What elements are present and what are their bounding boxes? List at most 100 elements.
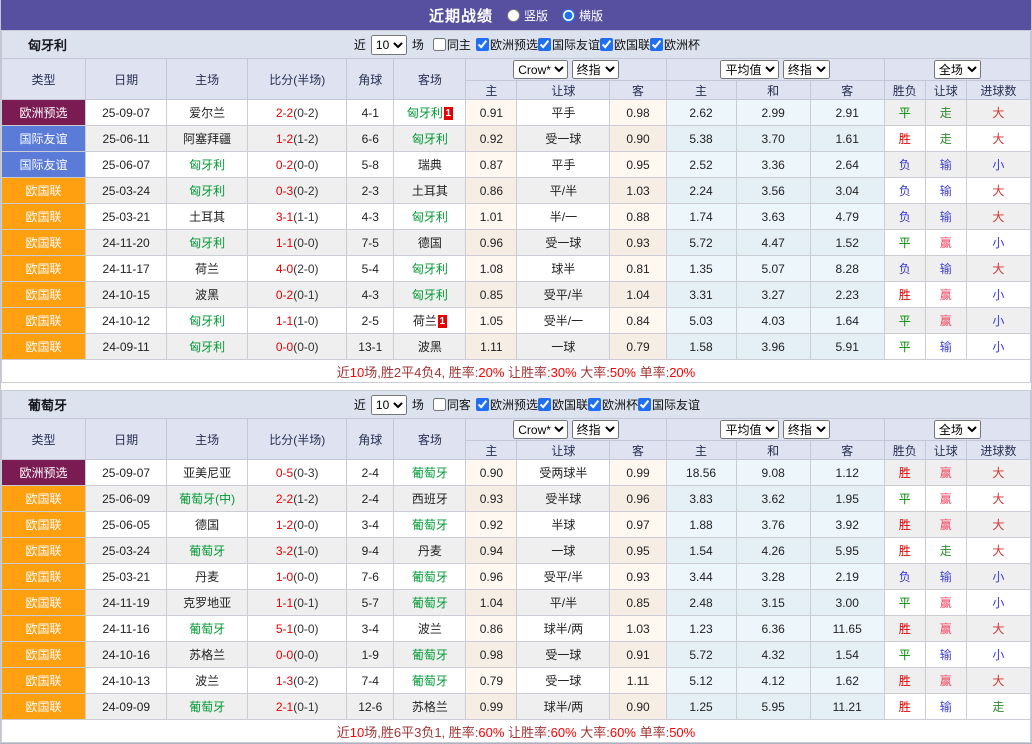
bookmaker-stage-select[interactable]: 终指: [572, 60, 619, 79]
avg-draw: 9.08: [736, 460, 810, 486]
table-row: 欧国联25-03-24葡萄牙3-2(1-0)9-4丹麦0.94一球0.951.5…: [2, 538, 1031, 564]
average-select[interactable]: 平均值: [720, 60, 779, 79]
away-team: 瑞典: [394, 152, 466, 178]
home-team: 爱尔兰: [167, 100, 248, 126]
home-team-name: 葡萄牙: [189, 622, 225, 636]
average-select[interactable]: 平均值: [720, 420, 779, 439]
away-team: 苏格兰: [394, 694, 466, 720]
competition-checkbox[interactable]: [538, 38, 551, 51]
away-team-name: 葡萄牙: [412, 596, 448, 610]
summary-highlight: 50%: [669, 725, 695, 740]
avg-away: 3.00: [810, 590, 884, 616]
halftime-score: (0-1): [293, 596, 318, 610]
competition-filter[interactable]: 国际友谊: [638, 396, 700, 413]
avg-away: 11.65: [810, 616, 884, 642]
fulltime-score: 2-1: [276, 700, 293, 714]
match-type: 欧国联: [2, 204, 86, 230]
vertical-layout-radio[interactable]: [507, 9, 520, 22]
subcol-outcome: 胜负: [884, 441, 925, 460]
avg-home: 2.48: [666, 590, 736, 616]
vertical-layout-option[interactable]: 竖版: [507, 7, 548, 24]
bookmaker-select[interactable]: Crow*: [513, 420, 568, 439]
fulltime-score: 1-2: [276, 132, 293, 146]
handicap: 半/一: [517, 204, 610, 230]
avg-home: 18.56: [666, 460, 736, 486]
summary-segment: 大率:: [577, 365, 610, 380]
home-odds: 0.92: [466, 126, 517, 152]
halftime-score: (0-0): [293, 158, 318, 172]
result-goals: 大: [966, 538, 1030, 564]
competition-checkbox[interactable]: [650, 38, 663, 51]
match-date: 25-03-24: [86, 538, 167, 564]
average-stage-select[interactable]: 终指: [783, 420, 830, 439]
competition-checkbox[interactable]: [588, 398, 601, 411]
subcol-avg-draw: 和: [736, 81, 810, 100]
same-venue-checkbox[interactable]: [433, 38, 446, 51]
horizontal-layout-option[interactable]: 横版: [562, 7, 603, 24]
result-outcome: 胜: [884, 668, 925, 694]
match-type: 欧国联: [2, 308, 86, 334]
corner-score: 2-5: [347, 308, 394, 334]
competition-filter[interactable]: 欧国联: [538, 396, 588, 413]
competition-filter[interactable]: 国际友谊: [538, 36, 600, 53]
avg-draw: 3.70: [736, 126, 810, 152]
competition-filter[interactable]: 欧洲杯: [588, 396, 638, 413]
corner-score: 4-3: [347, 204, 394, 230]
competition-filter[interactable]: 欧国联: [600, 36, 650, 53]
horizontal-layout-radio[interactable]: [562, 9, 575, 22]
col-header-score: 比分(半场): [248, 419, 347, 460]
away-odds: 0.79: [610, 334, 666, 360]
competition-filter[interactable]: 欧洲预选: [476, 396, 538, 413]
bookmaker-select[interactable]: Crow*: [513, 60, 568, 79]
match-score: 1-0(0-0): [248, 564, 347, 590]
average-stage-select[interactable]: 终指: [783, 60, 830, 79]
home-odds: 1.05: [466, 308, 517, 334]
handicap: 受平/半: [517, 282, 610, 308]
competition-checkbox[interactable]: [638, 398, 651, 411]
match-date: 24-11-19: [86, 590, 167, 616]
avg-away: 4.79: [810, 204, 884, 230]
same-venue-option[interactable]: 同客: [433, 396, 471, 413]
halftime-score: (0-0): [293, 236, 318, 250]
match-score: 3-2(1-0): [248, 538, 347, 564]
match-type: 欧洲预选: [2, 100, 86, 126]
competition-checkbox[interactable]: [600, 38, 613, 51]
competition-filter[interactable]: 欧洲预选: [476, 36, 538, 53]
away-team: 葡萄牙: [394, 590, 466, 616]
bookmaker-select-cell: Crow* 终指: [466, 59, 666, 81]
avg-away: 8.28: [810, 256, 884, 282]
avg-away: 3.92: [810, 512, 884, 538]
avg-away: 1.95: [810, 486, 884, 512]
recent-count-select[interactable]: 10: [371, 395, 407, 415]
away-team: 葡萄牙: [394, 564, 466, 590]
match-scope-select[interactable]: 全场: [934, 420, 981, 439]
avg-home: 5.72: [666, 230, 736, 256]
competition-checkbox[interactable]: [538, 398, 551, 411]
match-scope-select[interactable]: 全场: [934, 60, 981, 79]
subcol-home-odds: 主: [466, 441, 517, 460]
avg-home: 5.03: [666, 308, 736, 334]
home-team: 德国: [167, 512, 248, 538]
results-table-portugal: 类型 日期 主场 比分(半场) 角球 客场 Crow* 终指 平均值 终指 全场: [1, 418, 1031, 743]
result-goals: 大: [966, 616, 1030, 642]
fulltime-score: 1-1: [276, 314, 293, 328]
away-odds: 0.99: [610, 460, 666, 486]
match-type: 欧国联: [2, 282, 86, 308]
avg-home: 2.62: [666, 100, 736, 126]
recent-count-select[interactable]: 10: [371, 35, 407, 55]
avg-draw: 4.03: [736, 308, 810, 334]
same-venue-option[interactable]: 同主: [433, 36, 471, 53]
competition-checkbox[interactable]: [476, 398, 489, 411]
competition-filter[interactable]: 欧洲杯: [650, 36, 700, 53]
bookmaker-stage-select[interactable]: 终指: [572, 420, 619, 439]
summary-highlight: 10: [350, 725, 364, 740]
fulltime-score: 0-0: [276, 648, 293, 662]
competition-checkbox[interactable]: [476, 38, 489, 51]
summary-row: 近10场,胜6平3负1, 胜率:60% 让胜率:60% 大率:60% 单率:50…: [2, 720, 1031, 743]
home-team: 阿塞拜疆: [167, 126, 248, 152]
halftime-score: (0-2): [293, 106, 318, 120]
same-venue-checkbox[interactable]: [433, 398, 446, 411]
result-goals: 大: [966, 486, 1030, 512]
hungary-filterbar: 匈牙利 近 10 场 同主 欧洲预选国际友谊欧国联欧洲杯: [1, 30, 1031, 58]
summary-segment: 单率:: [636, 365, 669, 380]
